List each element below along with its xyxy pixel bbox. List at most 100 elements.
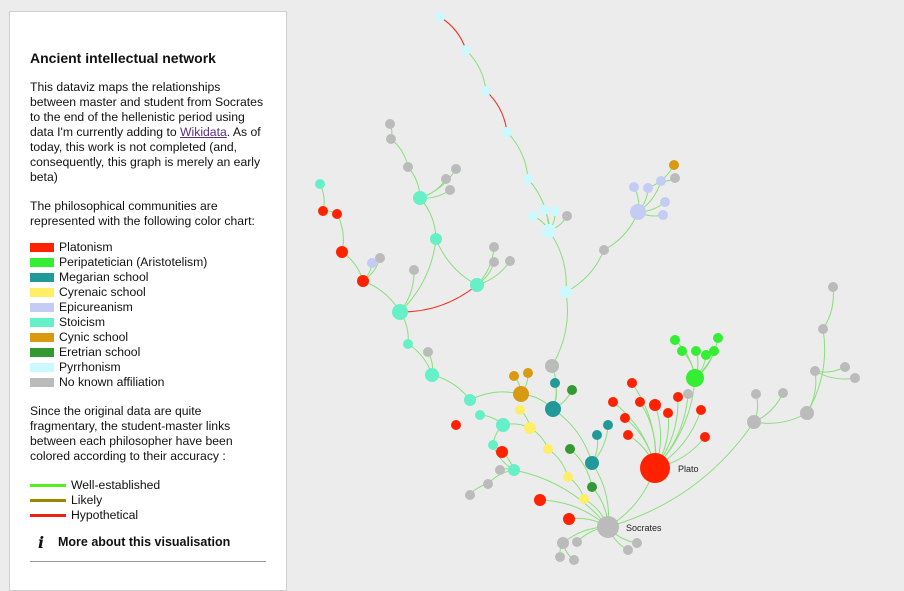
node-y6[interactable] xyxy=(542,224,556,238)
node-n23[interactable] xyxy=(850,373,860,383)
node-p8[interactable] xyxy=(696,405,706,415)
node-n19[interactable] xyxy=(778,388,788,398)
node-k1[interactable] xyxy=(513,386,529,402)
node-n34[interactable] xyxy=(569,555,579,565)
node-s5[interactable] xyxy=(425,368,439,382)
node-s2[interactable] xyxy=(413,191,427,205)
node-s8[interactable] xyxy=(508,464,520,476)
node-n18[interactable] xyxy=(751,389,761,399)
node-s6[interactable] xyxy=(464,394,476,406)
node-k4[interactable] xyxy=(669,160,679,170)
node-n25[interactable] xyxy=(828,282,838,292)
node-n7[interactable] xyxy=(489,242,499,252)
node-a1[interactable] xyxy=(686,369,704,387)
node-p2[interactable] xyxy=(608,397,618,407)
node-p1[interactable] xyxy=(627,378,637,388)
node-p4[interactable] xyxy=(635,397,645,407)
node-n28[interactable] xyxy=(495,465,505,475)
node-n31[interactable] xyxy=(555,552,565,562)
node-k3[interactable] xyxy=(523,368,533,378)
node-ep7[interactable] xyxy=(629,182,639,192)
node-n26[interactable] xyxy=(483,479,493,489)
node-s1[interactable] xyxy=(392,304,408,320)
node-p16[interactable] xyxy=(332,209,342,219)
node-p13[interactable] xyxy=(451,420,461,430)
node-y9[interactable] xyxy=(550,206,560,216)
node-c2[interactable] xyxy=(543,444,553,454)
node-a7[interactable] xyxy=(713,333,723,343)
node-s7[interactable] xyxy=(496,418,510,432)
node-s12[interactable] xyxy=(488,440,498,450)
node-n15[interactable] xyxy=(562,211,572,221)
node-p6[interactable] xyxy=(663,408,673,418)
node-e2[interactable] xyxy=(565,444,575,454)
node-s4[interactable] xyxy=(470,278,484,292)
node-y8[interactable] xyxy=(539,205,549,215)
node-ep1[interactable] xyxy=(630,204,646,220)
node-n2[interactable] xyxy=(386,134,396,144)
node-p3[interactable] xyxy=(620,413,630,423)
node-y2[interactable] xyxy=(461,45,471,55)
node-a6[interactable] xyxy=(709,346,719,356)
node-y1[interactable] xyxy=(435,12,445,22)
node-e1[interactable] xyxy=(567,385,577,395)
node-n3[interactable] xyxy=(403,162,413,172)
node-n14[interactable] xyxy=(599,245,609,255)
node-n32[interactable] xyxy=(623,545,633,555)
node-e3[interactable] xyxy=(587,482,597,492)
node-n27[interactable] xyxy=(465,490,475,500)
node-m3[interactable] xyxy=(592,430,602,440)
node-p11[interactable] xyxy=(534,494,546,506)
node-y3[interactable] xyxy=(481,86,491,96)
node-n29[interactable] xyxy=(557,537,569,549)
node-y5[interactable] xyxy=(523,174,533,184)
node-c3[interactable] xyxy=(563,472,573,482)
node-ep4[interactable] xyxy=(660,197,670,207)
node-n35[interactable] xyxy=(683,389,693,399)
node-p7[interactable] xyxy=(673,392,683,402)
node-m4[interactable] xyxy=(603,420,613,430)
node-ep5[interactable] xyxy=(658,210,668,220)
node-s9[interactable] xyxy=(475,410,485,420)
node-y4[interactable] xyxy=(502,127,512,137)
node-m5[interactable] xyxy=(550,378,560,388)
node-n11[interactable] xyxy=(375,253,385,263)
node-a4[interactable] xyxy=(691,346,701,356)
node-y7[interactable] xyxy=(560,286,572,298)
node-n17[interactable] xyxy=(747,415,761,429)
node-s3[interactable] xyxy=(430,233,442,245)
node-ep3[interactable] xyxy=(656,176,666,186)
node-k2[interactable] xyxy=(509,371,519,381)
node-n33[interactable] xyxy=(632,538,642,548)
node-c4[interactable] xyxy=(579,494,589,504)
node-n21[interactable] xyxy=(810,366,820,376)
node-n1[interactable] xyxy=(385,119,395,129)
node-n24[interactable] xyxy=(818,324,828,334)
node-c1[interactable] xyxy=(524,422,536,434)
node-plato[interactable] xyxy=(640,453,670,483)
wikidata-link[interactable]: Wikidata xyxy=(180,125,227,139)
node-n6[interactable] xyxy=(451,164,461,174)
node-s11[interactable] xyxy=(315,179,325,189)
node-p12[interactable] xyxy=(563,513,575,525)
node-y10[interactable] xyxy=(528,211,538,221)
node-ep2[interactable] xyxy=(643,183,653,193)
node-p15[interactable] xyxy=(318,206,328,216)
node-p18[interactable] xyxy=(357,275,369,287)
node-m2[interactable] xyxy=(585,456,599,470)
node-n22[interactable] xyxy=(840,362,850,372)
node-n16[interactable] xyxy=(670,173,680,183)
node-n9[interactable] xyxy=(489,257,499,267)
node-c5[interactable] xyxy=(515,405,525,415)
node-s10[interactable] xyxy=(403,339,413,349)
node-n10[interactable] xyxy=(409,265,419,275)
node-socrates[interactable] xyxy=(597,516,619,538)
node-p5[interactable] xyxy=(649,399,661,411)
node-m1[interactable] xyxy=(545,401,561,417)
node-a2[interactable] xyxy=(670,335,680,345)
node-n30[interactable] xyxy=(572,537,582,547)
more-about-link[interactable]: i More about this visualisation xyxy=(30,535,266,551)
node-a3[interactable] xyxy=(677,346,687,356)
node-n4[interactable] xyxy=(441,174,451,184)
node-n13[interactable] xyxy=(545,359,559,373)
